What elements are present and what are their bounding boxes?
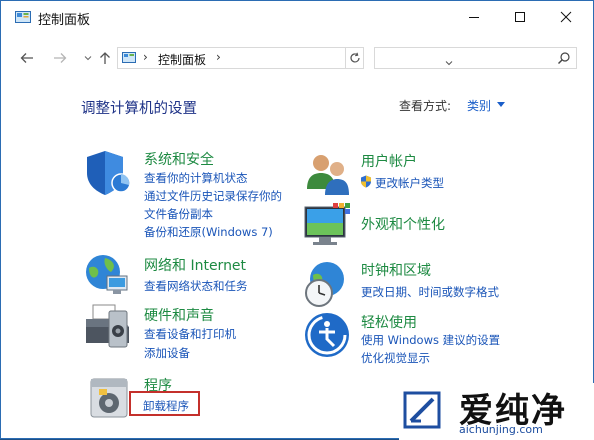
recent-locations-button[interactable]	[79, 49, 97, 67]
shield-icon[interactable]	[83, 147, 133, 197]
category-title-user-accounts[interactable]: 用户帐户	[361, 151, 417, 171]
minimize-icon	[469, 17, 479, 18]
uac-shield-icon	[361, 175, 371, 188]
accessibility-icon[interactable]	[303, 311, 353, 361]
minimize-button[interactable]	[451, 1, 497, 33]
search-input[interactable]	[374, 47, 577, 69]
up-button[interactable]	[96, 49, 114, 67]
category-title-hardware-sound[interactable]: 硬件和声音	[144, 305, 214, 325]
link-change-account-type[interactable]: 更改帐户类型	[375, 175, 444, 191]
arrow-up-icon	[100, 52, 110, 64]
link-devices-printers[interactable]: 查看设备和打印机	[144, 326, 236, 342]
link-view-computer-status[interactable]: 查看你的计算机状态	[144, 170, 248, 186]
watermark: 爱纯净 aichunjing.com	[399, 383, 594, 440]
window-title: 控制面板	[38, 13, 91, 28]
breadcrumb-control-panel[interactable]: 控制面板	[158, 51, 206, 68]
arrow-right-icon	[54, 53, 67, 63]
arrow-left-icon	[20, 53, 33, 63]
caret-down-icon[interactable]	[497, 102, 505, 107]
highlight-box	[129, 391, 200, 416]
address-bar[interactable]: › 控制面板 ›	[117, 47, 453, 69]
search-icon	[558, 52, 570, 64]
watermark-site: aichunjing.com	[459, 423, 543, 436]
back-button[interactable]	[18, 49, 36, 67]
printer-icon[interactable]	[83, 303, 133, 353]
title-bar[interactable]: 控制面板	[1, 1, 593, 33]
link-file-backup-copy[interactable]: 文件备份副本	[144, 206, 213, 222]
network-globe-icon[interactable]	[83, 250, 133, 300]
category-title-appearance[interactable]: 外观和个性化	[361, 214, 445, 234]
clock-globe-icon[interactable]	[303, 259, 353, 309]
breadcrumb-separator[interactable]: ›	[216, 50, 221, 64]
brand-logo-icon	[403, 391, 441, 429]
page-title: 调整计算机的设置	[81, 101, 197, 117]
maximize-icon	[515, 12, 525, 22]
link-add-device[interactable]: 添加设备	[144, 345, 190, 361]
forward-button[interactable]	[51, 49, 69, 67]
control-panel-icon	[15, 11, 31, 23]
link-optimize-visual-display[interactable]: 优化视觉显示	[361, 350, 430, 366]
breadcrumb-separator[interactable]: ›	[143, 50, 148, 64]
chevron-down-icon	[84, 56, 92, 61]
navigation-bar: › 控制面板 ›	[1, 41, 593, 75]
refresh-button[interactable]	[346, 47, 364, 69]
close-button[interactable]	[543, 1, 589, 33]
control-panel-icon	[122, 52, 136, 63]
category-title-network[interactable]: 网络和 Internet	[144, 255, 246, 275]
category-title-system-security[interactable]: 系统和安全	[144, 149, 214, 169]
close-icon	[560, 11, 572, 23]
link-date-time-format[interactable]: 更改日期、时间或数字格式	[361, 284, 499, 300]
refresh-icon	[349, 52, 360, 63]
users-icon[interactable]	[303, 151, 353, 201]
link-file-history[interactable]: 通过文件历史记录保存你的	[144, 188, 282, 204]
link-network-status[interactable]: 查看网络状态和任务	[144, 278, 248, 294]
link-backup-restore[interactable]: 备份和还原(Windows 7)	[144, 224, 273, 240]
maximize-button[interactable]	[497, 1, 543, 33]
view-by-label: 查看方式:	[399, 99, 452, 113]
monitor-palette-icon[interactable]	[303, 201, 353, 251]
control-panel-window: 控制面板 › 控制面板 › 调整计算机的设置 查看方式: 类别 系统和安全 查看…	[0, 0, 594, 440]
view-by-dropdown[interactable]: 类别	[467, 97, 491, 114]
category-title-ease-of-access[interactable]: 轻松使用	[361, 312, 417, 332]
category-title-clock-region[interactable]: 时钟和区域	[361, 260, 431, 280]
link-windows-suggested-settings[interactable]: 使用 Windows 建议的设置	[361, 332, 500, 348]
